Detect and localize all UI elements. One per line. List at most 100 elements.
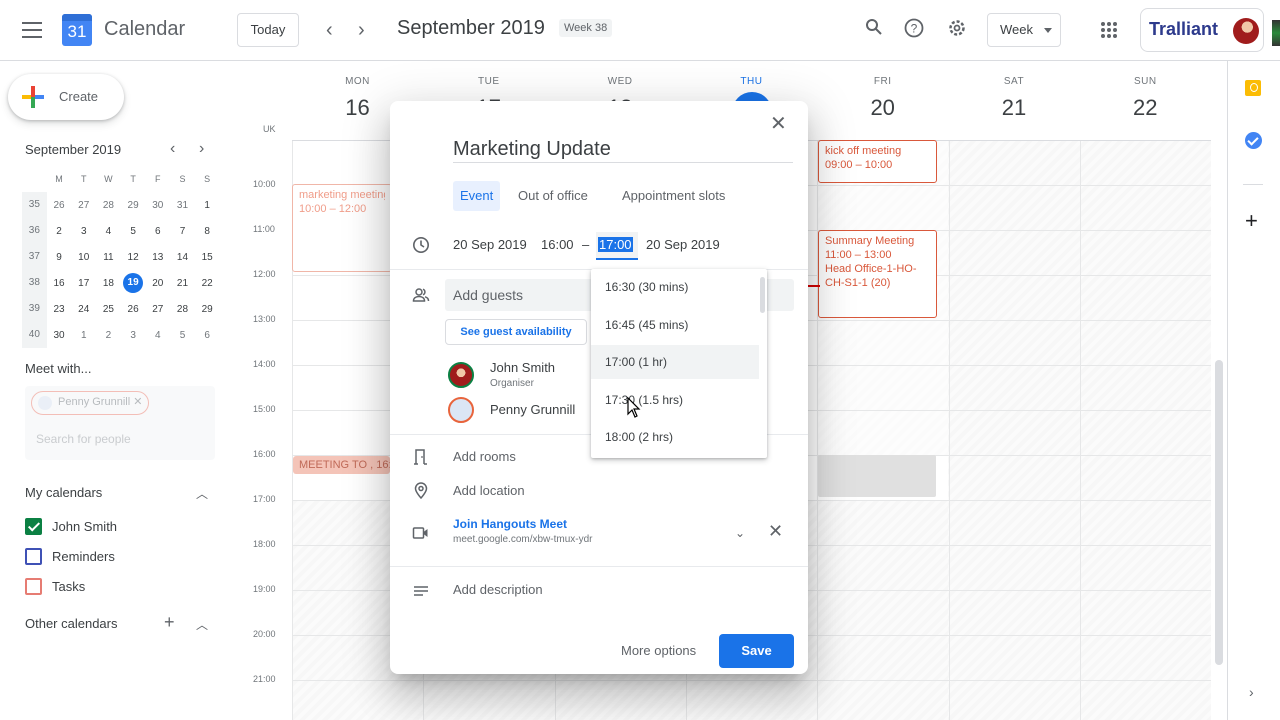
week-number[interactable]: 40 (22, 322, 47, 348)
mini-calendar-day[interactable]: 7 (170, 226, 195, 237)
add-calendar-plus-icon[interactable]: + (164, 612, 175, 633)
mini-calendar-day[interactable]: 25 (96, 304, 121, 315)
mini-calendar-day[interactable]: 8 (195, 226, 220, 237)
account-brand[interactable]: Tralliant (1140, 8, 1264, 52)
mini-calendar-day[interactable]: 26 (121, 304, 146, 315)
calendar-item-tasks[interactable]: Tasks (25, 577, 85, 595)
day-header-thu[interactable]: THU (686, 76, 817, 87)
add-rooms-field[interactable]: Add rooms (453, 449, 516, 464)
join-hangouts-meet-link[interactable]: Join Hangouts Meet (453, 517, 567, 531)
mini-calendar-day[interactable]: 17 (71, 278, 96, 289)
mini-calendar-day[interactable]: 3 (121, 330, 146, 341)
calendar-item-john-smith[interactable]: John Smith (25, 517, 117, 535)
mini-calendar-day[interactable]: 4 (145, 330, 170, 341)
help-icon[interactable]: ? (902, 18, 926, 42)
end-time-option[interactable]: 17:30 (1.5 hrs) (591, 383, 759, 417)
mini-calendar-day[interactable]: 30 (145, 200, 170, 211)
other-calendars-title[interactable]: Other calendars (25, 616, 118, 631)
start-date[interactable]: 20 Sep 2019 (453, 237, 527, 252)
mini-calendar-day[interactable]: 5 (121, 226, 146, 237)
mini-calendar-day[interactable]: 13 (145, 252, 170, 263)
checkbox[interactable] (25, 547, 42, 565)
mini-calendar-day[interactable]: 1 (195, 200, 220, 211)
event-kick-off-meeting[interactable]: kick off meeting 09:00 – 10:00 (818, 140, 937, 183)
day-header-fri[interactable]: FRI 20 (817, 76, 948, 121)
next-period-button[interactable]: › (358, 18, 365, 42)
expand-panel-chevron-icon[interactable]: › (1249, 684, 1254, 700)
keep-icon[interactable] (1245, 80, 1261, 96)
event-title-input[interactable]: Marketing Update (453, 137, 793, 163)
mini-calendar-day[interactable]: 2 (96, 330, 121, 341)
save-button[interactable]: Save (719, 634, 794, 668)
calendar-item-reminders[interactable]: Reminders (25, 547, 115, 565)
add-location-field[interactable]: Add location (453, 483, 525, 498)
settings-gear-icon[interactable] (945, 18, 969, 42)
mini-calendar-day[interactable]: 14 (170, 252, 195, 263)
mini-calendar-day[interactable]: 1 (71, 330, 96, 341)
close-icon[interactable]: ✕ (770, 114, 787, 134)
week-number[interactable]: 36 (22, 218, 47, 244)
mini-calendar-day[interactable]: 29 (195, 304, 220, 315)
week-number[interactable]: 35 (22, 192, 47, 218)
mini-calendar-day[interactable]: 16 (47, 278, 72, 289)
my-calendars-title[interactable]: My calendars (25, 485, 102, 500)
mini-calendar-day[interactable]: 31 (170, 200, 195, 211)
tab-event[interactable]: Event (453, 181, 501, 211)
mini-calendar-next-icon[interactable]: › (199, 140, 204, 158)
mini-calendar-day[interactable]: 22 (195, 278, 220, 289)
dropdown-scrollbar[interactable] (760, 277, 765, 313)
event-summary-meeting[interactable]: Summary Meeting 11:00 – 13:00 Head Offic… (818, 230, 937, 318)
mini-calendar-prev-icon[interactable]: ‹ (170, 140, 175, 158)
tab-appointment-slots[interactable]: Appointment slots (615, 181, 732, 211)
see-guest-availability-button[interactable]: See guest availability (445, 319, 587, 345)
draft-event-placeholder[interactable] (818, 455, 936, 497)
person-chip[interactable]: Penny Grunnill ✕ (31, 391, 150, 415)
search-icon[interactable] (862, 18, 886, 42)
collapse-chevron-icon[interactable]: ︿ (196, 616, 208, 633)
day-number[interactable]: 20 (817, 95, 948, 121)
end-time-option[interactable]: 16:45 (45 mins) (591, 308, 759, 342)
remove-conference-close-icon[interactable]: ✕ (768, 522, 783, 540)
mini-calendar-day[interactable]: 23 (47, 304, 72, 315)
mini-calendar-day[interactable]: 3 (71, 226, 96, 237)
mini-calendar-day[interactable]: 4 (96, 226, 121, 237)
checkbox[interactable] (25, 577, 42, 595)
week-number[interactable]: 38 (22, 270, 47, 296)
create-button[interactable]: Create (8, 74, 124, 120)
main-menu-icon[interactable] (22, 22, 42, 38)
previous-period-button[interactable]: ‹ (326, 18, 333, 42)
mini-calendar-day[interactable]: 28 (96, 200, 121, 211)
mini-calendar-day[interactable]: 15 (195, 252, 220, 263)
week-number[interactable]: 39 (22, 296, 47, 322)
mini-calendar-day[interactable]: 12 (121, 252, 146, 263)
mini-calendar-day[interactable]: 5 (170, 330, 195, 341)
more-options-button[interactable]: More options (614, 634, 703, 668)
end-time-option-highlighted[interactable]: 17:00 (1 hr) (591, 345, 759, 379)
account-avatar[interactable] (1233, 18, 1259, 44)
mini-calendar-day[interactable]: 28 (170, 304, 195, 315)
event-meeting-to[interactable]: MEETING TO , 16: (293, 456, 390, 474)
start-time[interactable]: 16:00 (541, 237, 574, 252)
tab-out-of-office[interactable]: Out of office (511, 181, 595, 211)
mini-calendar-day[interactable]: 30 (47, 330, 72, 341)
mini-calendar-day[interactable]: 6 (145, 226, 170, 237)
mini-calendar-day[interactable]: 21 (170, 278, 195, 289)
mini-calendar-day[interactable]: 10 (71, 252, 96, 263)
apps-grid-icon[interactable] (1101, 22, 1117, 38)
grid-scrollbar[interactable] (1215, 360, 1223, 665)
mini-calendar-day[interactable]: 29 (121, 200, 146, 211)
end-time-field[interactable]: 17:00 (596, 232, 638, 260)
mini-calendar-day[interactable]: 27 (71, 200, 96, 211)
end-date[interactable]: 20 Sep 2019 (646, 237, 720, 252)
day-number[interactable]: 22 (1080, 95, 1211, 121)
add-addon-plus-icon[interactable]: + (1245, 210, 1258, 232)
search-people-input[interactable]: Search for people (36, 432, 131, 446)
mini-calendar-day[interactable]: 27 (145, 304, 170, 315)
mini-calendar-day[interactable]: 9 (47, 252, 72, 263)
mini-calendar-day[interactable]: 26 (47, 200, 72, 211)
end-time-option[interactable]: 16:30 (30 mins) (591, 270, 759, 304)
mini-calendar-day[interactable]: 2 (47, 226, 72, 237)
mini-calendar-day[interactable]: 20 (145, 278, 170, 289)
event-marketing-meeting[interactable]: marketing meeting 10:00 – 12:00 (292, 184, 392, 272)
collapse-chevron-icon[interactable]: ︿ (196, 485, 208, 502)
